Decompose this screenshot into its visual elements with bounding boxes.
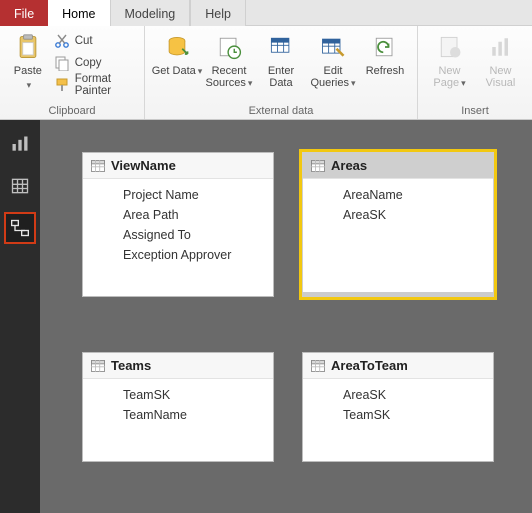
- get-data-label: Get Data: [152, 65, 196, 77]
- chevron-down-icon: ▾: [248, 78, 253, 88]
- recent-icon: [214, 32, 244, 62]
- entity-title: Areas: [331, 158, 367, 173]
- entity-field[interactable]: AreaName: [303, 185, 493, 205]
- edit-queries-label: Edit Queries: [310, 65, 349, 89]
- model-canvas[interactable]: ViewName Project Name Area Path Assigned…: [40, 120, 532, 513]
- refresh-icon: [370, 32, 400, 62]
- entity-field[interactable]: TeamName: [83, 405, 273, 425]
- get-data-icon: [162, 32, 192, 62]
- tab-help[interactable]: Help: [190, 0, 246, 26]
- recent-sources-label: Recent Sources: [206, 65, 247, 89]
- entity-areas[interactable]: Areas AreaName AreaSK: [302, 152, 494, 297]
- entity-field[interactable]: Exception Approver: [83, 245, 273, 265]
- ribbon-group-insert: New Page▾ New Visual Insert: [418, 26, 532, 119]
- chevron-down-icon: ▾: [461, 78, 466, 88]
- copy-icon: [54, 55, 70, 71]
- entity-fields: AreaSK TeamSK: [303, 379, 493, 433]
- entity-field[interactable]: TeamSK: [83, 385, 273, 405]
- enter-data-button[interactable]: Enter Data: [255, 28, 307, 89]
- table-icon: [91, 360, 105, 372]
- entity-header[interactable]: ViewName: [83, 153, 273, 179]
- view-rail: [0, 120, 40, 513]
- chevron-down-icon: ▾: [27, 80, 32, 91]
- ribbon-group-external-data: Get Data▾ Recent Sources▾ Enter Data Edi…: [145, 26, 418, 119]
- entity-fields: AreaName AreaSK: [303, 179, 493, 233]
- clipboard-group-label: Clipboard: [6, 104, 138, 119]
- entity-title: AreaToTeam: [331, 358, 408, 373]
- ribbon: Paste ▾ Cut Copy: [0, 26, 532, 120]
- copy-button[interactable]: Copy: [50, 52, 138, 74]
- data-view-button[interactable]: [6, 172, 34, 200]
- chevron-down-icon: ▾: [198, 66, 203, 76]
- entity-title: ViewName: [111, 158, 176, 173]
- recent-sources-button[interactable]: Recent Sources▾: [203, 28, 255, 89]
- tab-strip-fill: [246, 0, 532, 25]
- format-painter-label: Format Painter: [75, 73, 134, 97]
- cut-button[interactable]: Cut: [50, 30, 138, 52]
- tab-modeling[interactable]: Modeling: [110, 0, 191, 26]
- relationship-icon: [10, 218, 30, 238]
- entity-header[interactable]: Areas: [303, 153, 493, 179]
- insert-group-label: Insert: [424, 104, 526, 119]
- entity-fields: Project Name Area Path Assigned To Excep…: [83, 179, 273, 273]
- entity-teams[interactable]: Teams TeamSK TeamName: [82, 352, 274, 462]
- new-visual-label: New Visual: [475, 65, 526, 89]
- new-page-button[interactable]: New Page▾: [424, 28, 475, 89]
- copy-label: Copy: [75, 57, 102, 69]
- paste-button[interactable]: Paste ▾: [6, 28, 50, 91]
- entity-field[interactable]: Assigned To: [83, 225, 273, 245]
- format-painter-button[interactable]: Format Painter: [50, 74, 138, 96]
- entity-viewname[interactable]: ViewName Project Name Area Path Assigned…: [82, 152, 274, 297]
- paste-label: Paste: [14, 65, 42, 77]
- table-icon: [10, 176, 30, 196]
- entity-field[interactable]: Project Name: [83, 185, 273, 205]
- entity-header[interactable]: AreaToTeam: [303, 353, 493, 379]
- entity-field[interactable]: TeamSK: [303, 405, 493, 425]
- report-view-button[interactable]: [6, 130, 34, 158]
- external-data-group-label: External data: [151, 104, 411, 119]
- new-visual-icon: [486, 32, 516, 62]
- tab-home[interactable]: Home: [48, 0, 109, 26]
- enter-data-label: Enter Data: [255, 65, 307, 89]
- brush-icon: [54, 77, 70, 93]
- entity-title: Teams: [111, 358, 151, 373]
- model-view-button[interactable]: [6, 214, 34, 242]
- refresh-button[interactable]: Refresh: [359, 28, 411, 77]
- clipboard-icon: [13, 32, 43, 62]
- entity-areatoteam[interactable]: AreaToTeam AreaSK TeamSK: [302, 352, 494, 462]
- entity-field[interactable]: Area Path: [83, 205, 273, 225]
- edit-queries-icon: [318, 32, 348, 62]
- chevron-down-icon: ▾: [351, 78, 356, 88]
- ribbon-group-clipboard: Paste ▾ Cut Copy: [0, 26, 145, 119]
- entity-field[interactable]: AreaSK: [303, 385, 493, 405]
- entity-field[interactable]: AreaSK: [303, 205, 493, 225]
- bar-chart-icon: [10, 134, 30, 154]
- entity-fields: TeamSK TeamName: [83, 379, 273, 433]
- refresh-label: Refresh: [366, 65, 405, 77]
- cut-label: Cut: [75, 35, 93, 47]
- tab-strip: File Home Modeling Help: [0, 0, 532, 26]
- new-page-label: New Page: [433, 65, 460, 89]
- scissors-icon: [54, 33, 70, 49]
- table-icon: [311, 160, 325, 172]
- new-page-icon: [435, 32, 465, 62]
- table-icon: [311, 360, 325, 372]
- tab-file[interactable]: File: [0, 0, 48, 26]
- entity-header[interactable]: Teams: [83, 353, 273, 379]
- enter-data-icon: [266, 32, 296, 62]
- edit-queries-button[interactable]: Edit Queries▾: [307, 28, 359, 89]
- new-visual-button[interactable]: New Visual: [475, 28, 526, 89]
- get-data-button[interactable]: Get Data▾: [151, 28, 203, 77]
- table-icon: [91, 160, 105, 172]
